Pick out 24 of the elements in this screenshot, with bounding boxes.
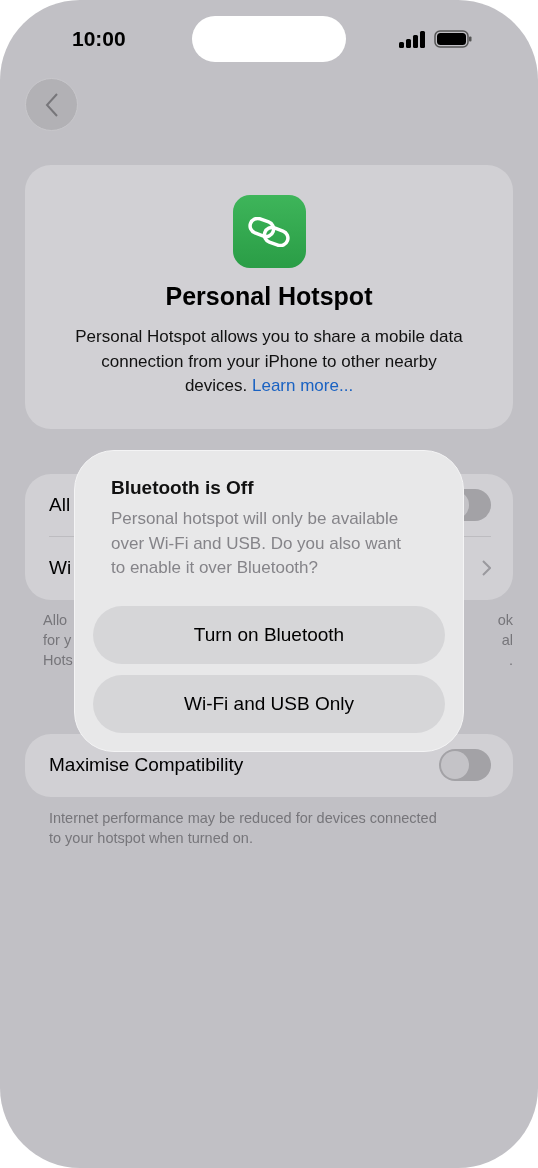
status-time: 10:00 [72,27,126,51]
chevron-right-icon [482,560,491,576]
footer-text: for y [43,630,72,650]
signal-icon [399,30,426,48]
footer-text: ok [497,610,513,630]
dialog-message: Personal hotspot will only be available over Wi-Fi and USB. Do you also want to enable it over Bluetooth? [111,508,403,579]
footer-text: . [508,650,513,670]
dialog-title: Bluetooth is Off [111,477,255,499]
chevron-left-icon [44,92,59,117]
setting-label: Maximise Compatibility [49,754,244,776]
footer-text: al [501,630,513,650]
page-title: Personal Hotspot [165,282,373,311]
chain-link-icon [247,216,291,247]
learn-more-link[interactable]: Learn more... [252,376,354,395]
footer-text: Allo [43,610,68,630]
header-description: Personal Hotspot allows you to share a mobile data connection from your iPhone to other nearby devices. Learn more... [74,326,464,397]
battery-icon [434,30,472,48]
dialog-button[interactable]: Wi-Fi and USB Only [93,675,445,733]
toggle-switch[interactable] [439,749,491,781]
footer-text: Hots [43,650,73,670]
compatibility-note: Internet performance may be reduced for devices connected to your hotspot when turned on. [49,808,438,848]
setting-label: All [49,493,71,516]
dialog-button[interactable]: Turn on Bluetooth [93,606,445,664]
setting-label: Wi [49,557,72,579]
